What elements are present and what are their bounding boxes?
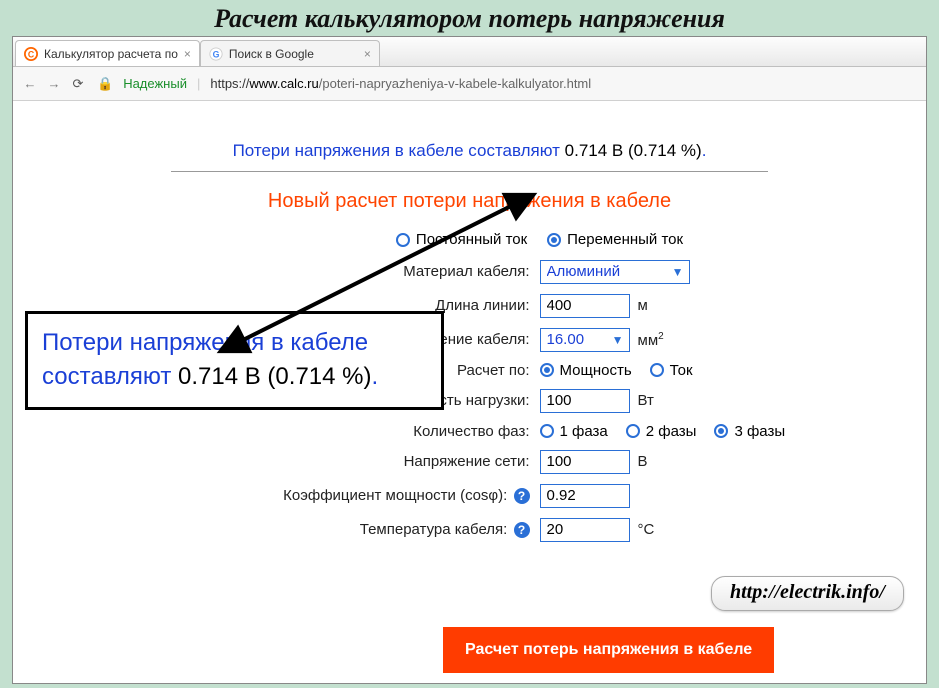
google-favicon-icon: G (209, 47, 223, 61)
material-select[interactable]: Алюминий (540, 260, 690, 284)
radio-label: 1 фаза (560, 423, 608, 440)
lock-icon: 🔒 (97, 76, 113, 92)
tab-calc[interactable]: C Калькулятор расчета по × (15, 40, 200, 66)
url-text[interactable]: https://www.calc.ru/poteri-napryazheniya… (210, 76, 591, 91)
radio-3phase[interactable]: 3 фазы (714, 423, 785, 440)
radio-label: 3 фазы (734, 423, 785, 440)
voltage-unit: В (638, 453, 648, 470)
radio-label: Постоянный ток (416, 231, 527, 248)
result-value: 0.714 В (0.714 %) (565, 141, 702, 160)
length-input[interactable] (540, 294, 630, 318)
temp-unit: °C (638, 521, 655, 538)
radio-dc[interactable]: Постоянный ток (396, 231, 527, 248)
section-unit: мм2 (638, 331, 664, 349)
tab-google[interactable]: G Поиск в Google × (200, 40, 380, 66)
radio-label: Переменный ток (567, 231, 683, 248)
browser-window: C Калькулятор расчета по × G Поиск в Goo… (12, 36, 927, 684)
radio-icon (396, 233, 410, 247)
url-scheme: https:// (210, 76, 249, 91)
result-summary: Потери напряжения в кабеле составляют 0.… (43, 141, 896, 161)
callout-box: Потери напряжения в кабеле составляют 0.… (25, 311, 444, 410)
watermark-badge: http://electrik.info/ (711, 576, 904, 611)
radio-icon (714, 424, 728, 438)
radio-1phase[interactable]: 1 фаза (540, 423, 608, 440)
radio-2phase[interactable]: 2 фазы (626, 423, 697, 440)
radio-icon (540, 424, 554, 438)
result-prefix: Потери напряжения в кабеле составляют (233, 141, 565, 160)
nav-buttons: ← → ⟳ (21, 76, 87, 92)
page-main-title: Расчет калькулятором потерь напряжения (0, 0, 939, 36)
power-input[interactable] (540, 389, 630, 413)
phases-label: Количество фаз: (250, 423, 540, 440)
radio-power[interactable]: Мощность (540, 362, 632, 379)
callout-line2-prefix: составляют (42, 363, 178, 390)
form-title: Новый расчет потери напряжения в кабеле (43, 190, 896, 213)
secure-label: Надежный (123, 76, 187, 91)
calc-favicon-icon: C (24, 47, 38, 61)
forward-icon[interactable]: → (45, 76, 63, 92)
cosphi-label: Коэффициент мощности (cosφ): ? (250, 487, 540, 504)
back-icon[interactable]: ← (21, 76, 39, 92)
divider-line (171, 171, 768, 172)
power-unit: Вт (638, 392, 654, 409)
close-icon[interactable]: × (184, 47, 191, 61)
submit-button[interactable]: Расчет потерь напряжения в кабеле (443, 627, 774, 673)
help-icon[interactable]: ? (514, 488, 530, 504)
voltage-input[interactable] (540, 450, 630, 474)
svg-text:G: G (212, 49, 219, 59)
tab-title: Поиск в Google (229, 47, 358, 61)
tab-strip: C Калькулятор расчета по × G Поиск в Goo… (13, 37, 926, 67)
temp-input[interactable] (540, 518, 630, 542)
address-bar: ← → ⟳ 🔒 Надежный | https://www.calc.ru/p… (13, 67, 926, 101)
temp-label: Температура кабеля: ? (250, 521, 540, 538)
page-content: Потери напряжения в кабеле составляют 0.… (13, 101, 926, 683)
radio-label: Ток (670, 362, 693, 379)
reload-icon[interactable]: ⟳ (69, 76, 87, 92)
svg-text:C: C (28, 49, 35, 59)
close-icon[interactable]: × (364, 47, 371, 61)
radio-icon (626, 424, 640, 438)
radio-current[interactable]: Ток (650, 362, 693, 379)
length-unit: м (638, 297, 648, 314)
callout-line2-suffix: . (371, 363, 378, 390)
radio-ac[interactable]: Переменный ток (547, 231, 683, 248)
radio-icon (540, 363, 554, 377)
radio-label: 2 фазы (646, 423, 697, 440)
radio-icon (650, 363, 664, 377)
callout-line2-value: 0.714 В (0.714 %) (178, 363, 371, 390)
section-select[interactable]: 16.00 (540, 328, 630, 352)
tab-title: Калькулятор расчета по (44, 47, 178, 61)
url-host: www.calc.ru (249, 76, 318, 91)
callout-line1: Потери напряжения в кабеле (42, 329, 368, 356)
cosphi-input[interactable] (540, 484, 630, 508)
current-type-row: Постоянный ток Переменный ток (250, 231, 830, 250)
radio-label: Мощность (560, 362, 632, 379)
divider: | (197, 76, 200, 91)
result-suffix: . (702, 141, 707, 160)
help-icon[interactable]: ? (514, 522, 530, 538)
material-label: Материал кабеля: (250, 263, 540, 280)
voltage-label: Напряжение сети: (250, 453, 540, 470)
radio-icon (547, 233, 561, 247)
url-path: /poteri-napryazheniya-v-kabele-kalkulyat… (319, 76, 591, 91)
